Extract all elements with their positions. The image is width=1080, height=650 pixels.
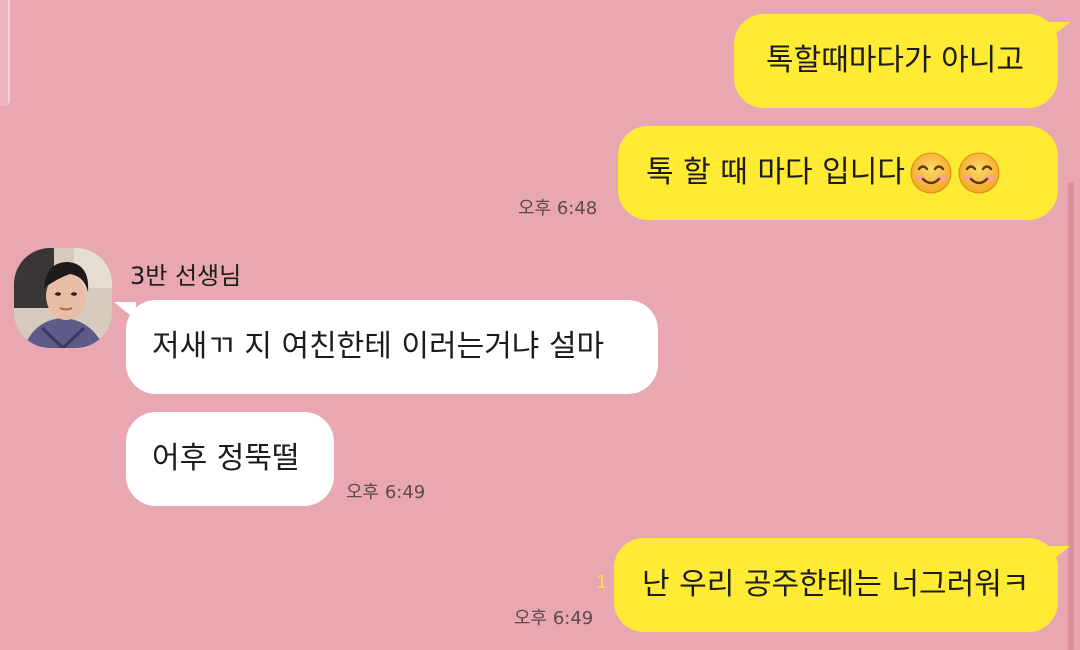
- avatar[interactable]: [14, 248, 112, 348]
- message-time: 오후 6:49: [514, 608, 594, 629]
- message-text: 난 우리 공주한테는 너그러워ㅋ: [642, 567, 1030, 602]
- my-message-bubble[interactable]: 난 우리 공주한테는 너그러워ㅋ: [614, 538, 1058, 632]
- my-message-bubble[interactable]: 톡 할 때 마다 입니다: [618, 126, 1058, 220]
- sender-name: 3반 선생님: [130, 262, 242, 290]
- side-drawer-handle[interactable]: [0, 0, 10, 106]
- message-time: 오후 6:48: [518, 198, 598, 219]
- message-text: 톡할때마다가 아니고: [766, 43, 1024, 78]
- bubble-tail: [1048, 22, 1070, 40]
- scrollbar[interactable]: [1068, 182, 1074, 650]
- their-message-bubble[interactable]: 어후 정뚝떨: [126, 412, 334, 506]
- smiling-face-icon: [910, 152, 952, 194]
- bubble-tail: [114, 302, 136, 320]
- profile-photo: [14, 248, 112, 348]
- message-text: 톡 할 때 마다 입니다: [646, 155, 905, 190]
- message-time: 오후 6:49: [346, 482, 426, 503]
- their-message-bubble[interactable]: 저새ㄲ 지 여친한테 이러는거냐 설마: [126, 300, 658, 394]
- smiling-face-icon: [958, 152, 1000, 194]
- my-message-bubble[interactable]: 톡할때마다가 아니고: [734, 14, 1058, 108]
- unread-count: 1: [596, 572, 608, 593]
- chat-screen: 톡할때마다가 아니고 톡 할 때 마다 입니다 오후 6:48 3반 선생님 저…: [0, 0, 1080, 650]
- message-text: 저새ㄲ 지 여친한테 이러는거냐 설마: [152, 329, 605, 364]
- message-text: 어후 정뚝떨: [152, 441, 300, 476]
- bubble-tail: [1048, 546, 1070, 564]
